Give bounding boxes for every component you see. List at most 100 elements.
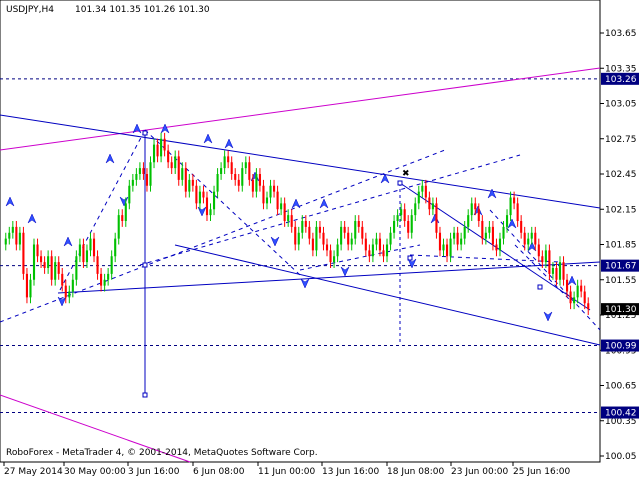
- candle-bull: [216, 174, 219, 192]
- candle-bull: [209, 209, 212, 216]
- candle-bear: [541, 256, 544, 263]
- candle-bull: [68, 291, 71, 298]
- symbol-label: USDJPY,H4: [6, 5, 54, 15]
- candle-bull: [509, 197, 512, 216]
- candle-bear: [445, 244, 449, 257]
- price-label-text: 101.67: [605, 262, 637, 272]
- candle-bear: [407, 221, 410, 233]
- candle-bull: [149, 162, 152, 186]
- candle-bull: [280, 203, 283, 210]
- candle-bear: [202, 191, 205, 198]
- candle-bear: [325, 244, 329, 251]
- candle-bull: [11, 226, 14, 233]
- candle-bear: [474, 203, 477, 210]
- anchor-marker-5: [537, 284, 543, 290]
- candle-bull: [212, 191, 216, 210]
- candle-bull: [138, 168, 141, 174]
- candle-bull: [470, 203, 473, 216]
- x-tick-label: 11 Jun 00:00: [258, 467, 315, 477]
- x-tick-label: 23 Jun 00:00: [451, 467, 508, 477]
- candle-bull: [124, 203, 127, 221]
- candle-bull: [220, 168, 223, 174]
- ohlc-label: 101.34 101.35 101.26 101.30: [75, 5, 210, 15]
- candle-bear: [283, 203, 286, 221]
- candle-bull: [460, 238, 463, 245]
- candle-bear: [548, 250, 551, 274]
- candle-bear: [477, 209, 480, 221]
- candle-bull: [71, 279, 74, 292]
- plot-area-border: [0, 0, 601, 463]
- candle-bear: [82, 244, 85, 263]
- candle-bull: [315, 226, 318, 251]
- candle-bear: [142, 168, 145, 174]
- candle-bear: [516, 203, 519, 221]
- candle-bull: [29, 279, 32, 298]
- candle-bull: [354, 221, 357, 239]
- candle-bear: [537, 244, 540, 257]
- candle-bull: [530, 232, 533, 239]
- candle-bull: [241, 168, 244, 186]
- candle-bull: [4, 238, 7, 245]
- candle-bear: [25, 273, 29, 298]
- candle-bear: [191, 179, 194, 186]
- candle-bull: [417, 191, 420, 204]
- candle-bull: [502, 226, 505, 239]
- candle-bear: [251, 179, 254, 192]
- candle-bull: [114, 238, 117, 257]
- candle-bear: [456, 232, 459, 245]
- anchor-marker-3: [397, 180, 403, 186]
- candle-bull: [463, 226, 466, 239]
- x-tick-label: 13 Jun 16:00: [322, 467, 379, 477]
- candle-bear: [520, 221, 523, 233]
- candle-bull: [350, 238, 353, 245]
- candle-bear: [237, 179, 240, 186]
- candle-bear: [347, 232, 350, 245]
- candle-bear: [96, 256, 99, 274]
- candle-bear: [438, 232, 442, 251]
- candle-bear: [121, 215, 124, 221]
- candle-bull: [269, 185, 272, 198]
- candle-bull: [421, 185, 424, 192]
- candle-bull: [135, 174, 138, 180]
- candle-bear: [583, 291, 586, 304]
- candle-bull: [110, 256, 113, 274]
- candle-bear: [36, 244, 39, 257]
- candle-bear: [22, 232, 25, 274]
- candle-bull: [551, 268, 554, 274]
- candle-bear: [64, 285, 67, 298]
- price-label-text: 101.30: [605, 305, 637, 315]
- candle-bear: [403, 209, 406, 221]
- x-tick-label: 30 May 00:00: [64, 467, 126, 477]
- candle-bear: [230, 162, 233, 174]
- candle-bull: [32, 244, 36, 280]
- candle-bear: [163, 138, 166, 151]
- y-tick-label: 102.45: [605, 170, 637, 180]
- candle-bear: [569, 291, 572, 304]
- y-tick-label: 101.85: [605, 241, 637, 251]
- candle-bull: [301, 221, 304, 233]
- candle-bear: [50, 256, 53, 280]
- candle-bull: [223, 156, 226, 169]
- candle-bull: [8, 232, 11, 239]
- candle-bull: [484, 232, 487, 239]
- y-tick-label: 100.05: [605, 452, 637, 462]
- price-chart[interactable]: ✖ 103.65103.35103.05102.75102.45102.1510…: [0, 0, 640, 480]
- anchor-marker-0: [142, 130, 148, 136]
- candle-bull: [174, 156, 177, 169]
- candle-bear: [435, 203, 438, 233]
- candle-bull: [527, 238, 530, 245]
- candle-bear: [170, 162, 173, 169]
- y-tick-label: 101.55: [605, 276, 637, 286]
- candle-bull: [371, 244, 374, 257]
- candle-bull: [297, 232, 300, 245]
- candle-bull: [75, 256, 78, 280]
- candle-bear: [294, 226, 297, 245]
- price-label-text: 100.99: [605, 342, 637, 352]
- y-tick-label: 100.65: [605, 382, 637, 392]
- candle-bull: [54, 262, 57, 280]
- candle-bear: [424, 185, 427, 198]
- candle-bull: [410, 215, 413, 233]
- candle-bull: [89, 238, 92, 251]
- candle-bull: [78, 244, 81, 257]
- candle-bull: [449, 238, 452, 257]
